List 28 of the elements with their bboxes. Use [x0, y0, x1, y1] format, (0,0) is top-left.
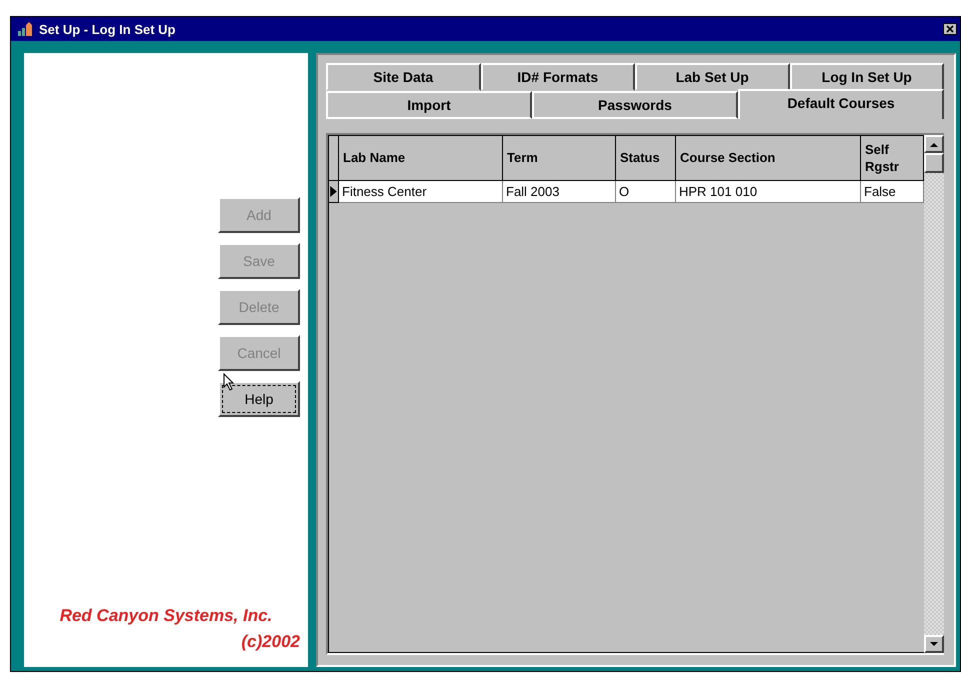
column-header[interactable]: Status [616, 136, 676, 180]
company-name: Red Canyon Systems, Inc. [60, 605, 272, 627]
column-header[interactable]: Course Section [676, 136, 860, 180]
copyright-text: (c)2002 [241, 631, 300, 653]
tab[interactable]: Passwords [532, 91, 738, 119]
column-header[interactable]: Term [502, 136, 616, 180]
column-header[interactable]: Self Rgstr [860, 136, 924, 180]
column-header[interactable]: Lab Name [338, 136, 502, 180]
table-cell: Fall 2003 [502, 180, 616, 202]
action-button[interactable]: Help [218, 381, 300, 417]
table-cell: HPR 101 010 [676, 180, 860, 202]
table-cell: O [616, 180, 676, 202]
vertical-scrollbar[interactable] [924, 135, 944, 653]
table-cell: Fitness Center [338, 180, 502, 202]
tab[interactable]: Lab Set Up [635, 63, 790, 91]
tab[interactable]: Import [326, 91, 532, 119]
tab[interactable]: Site Data [326, 63, 480, 91]
chart-icon [17, 21, 33, 37]
window-title: Set Up - Log In Set Up [39, 22, 176, 36]
tab[interactable]: ID# Formats [480, 63, 635, 91]
tab[interactable]: Default Courses [738, 89, 944, 119]
scroll-down-icon[interactable] [924, 635, 944, 653]
close-icon[interactable] [943, 23, 957, 35]
scroll-thumb[interactable] [924, 153, 944, 173]
scroll-up-icon[interactable] [924, 135, 944, 153]
table-cell: False [860, 180, 924, 202]
tab[interactable]: Log In Set Up [790, 63, 944, 91]
cursor-icon [223, 373, 235, 391]
